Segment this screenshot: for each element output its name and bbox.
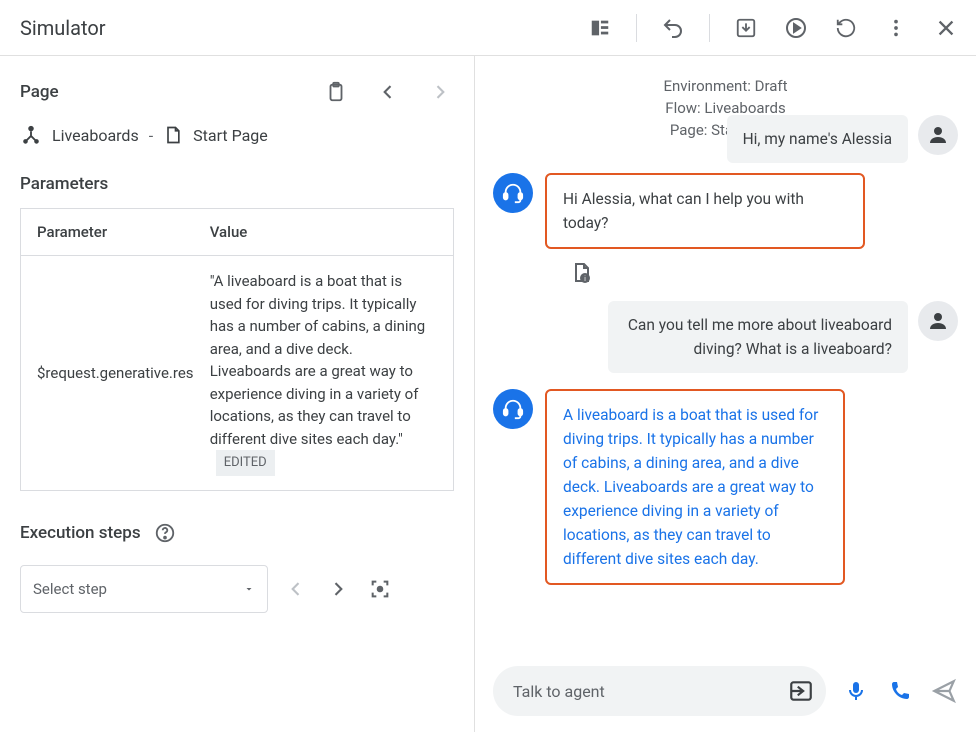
agent-avatar (493, 173, 533, 213)
user-avatar (918, 301, 958, 341)
next-page-icon[interactable] (426, 78, 454, 106)
close-icon[interactable] (932, 14, 960, 42)
send-icon[interactable] (930, 677, 958, 705)
header-actions (586, 14, 960, 42)
chevron-down-icon (243, 583, 255, 595)
step-prev-icon[interactable] (282, 575, 310, 603)
refresh-icon[interactable] (832, 14, 860, 42)
select-step-label: Select step (33, 580, 107, 598)
divider (636, 14, 637, 42)
col-parameter: Parameter (21, 209, 194, 256)
clipboard-icon[interactable] (322, 78, 350, 106)
left-panel: Page Liveaboards - Start (0, 56, 475, 732)
parameters-heading: Parameters (20, 174, 454, 194)
select-step-dropdown[interactable]: Select step (20, 565, 268, 613)
user-bubble: Can you tell me more about liveaboard di… (608, 301, 908, 373)
play-icon[interactable] (782, 14, 810, 42)
chat-input[interactable]: Talk to agent (493, 666, 826, 716)
panel-toggle-icon[interactable] (586, 14, 614, 42)
agent-message-row: Hi Alessia, what can I help you with tod… (493, 173, 958, 249)
help-icon[interactable] (151, 519, 179, 547)
agent-bubble: A liveaboard is a boat that is used for … (545, 389, 845, 585)
param-name-cell: $request.generative.res (21, 256, 194, 491)
edited-chip: EDITED (216, 450, 275, 476)
focus-icon[interactable] (366, 575, 394, 603)
param-value-cell: "A liveaboard is a boat that is used for… (194, 256, 454, 491)
agent-bubble: Hi Alessia, what can I help you with tod… (545, 173, 865, 249)
agent-message-row: A liveaboard is a boat that is used for … (493, 389, 958, 585)
save-icon[interactable] (732, 14, 760, 42)
user-bubble: Hi, my name's Alessia (727, 115, 908, 163)
submit-icon[interactable] (788, 678, 814, 704)
chat-panel: Environment: Draft Flow: Liveaboards Pag… (475, 56, 976, 732)
user-message-row: Hi, my name's Alessia (493, 115, 958, 163)
agent-avatar (493, 389, 533, 429)
param-value-text: "A liveaboard is a boat that is used for… (210, 272, 426, 448)
breadcrumb: Liveaboards - Start Page (20, 124, 454, 146)
doc-icon[interactable]: i (569, 261, 958, 285)
table-row[interactable]: $request.generative.res "A liveaboard is… (21, 256, 454, 491)
undo-icon[interactable] (659, 14, 687, 42)
chat-input-placeholder: Talk to agent (513, 682, 605, 701)
execution-heading: Execution steps (20, 523, 141, 543)
page-heading: Page (20, 82, 59, 102)
breadcrumb-page[interactable]: Start Page (193, 126, 268, 145)
phone-icon[interactable] (886, 677, 914, 705)
col-value: Value (194, 209, 454, 256)
divider (709, 14, 710, 42)
user-avatar (918, 115, 958, 155)
more-icon[interactable] (882, 14, 910, 42)
breadcrumb-flow[interactable]: Liveaboards (52, 126, 139, 145)
app-title: Simulator (20, 16, 106, 40)
parameters-table: Parameter Value $request.generative.res … (20, 208, 454, 491)
step-next-icon[interactable] (324, 575, 352, 603)
mic-icon[interactable] (842, 677, 870, 705)
flow-icon (20, 124, 42, 146)
prev-page-icon[interactable] (374, 78, 402, 106)
page-icon (163, 125, 183, 145)
env-line: Environment: Draft (493, 76, 958, 98)
chat-input-bar: Talk to agent (475, 654, 976, 732)
breadcrumb-separator: - (149, 126, 153, 145)
user-message-row: Can you tell me more about liveaboard di… (493, 301, 958, 373)
